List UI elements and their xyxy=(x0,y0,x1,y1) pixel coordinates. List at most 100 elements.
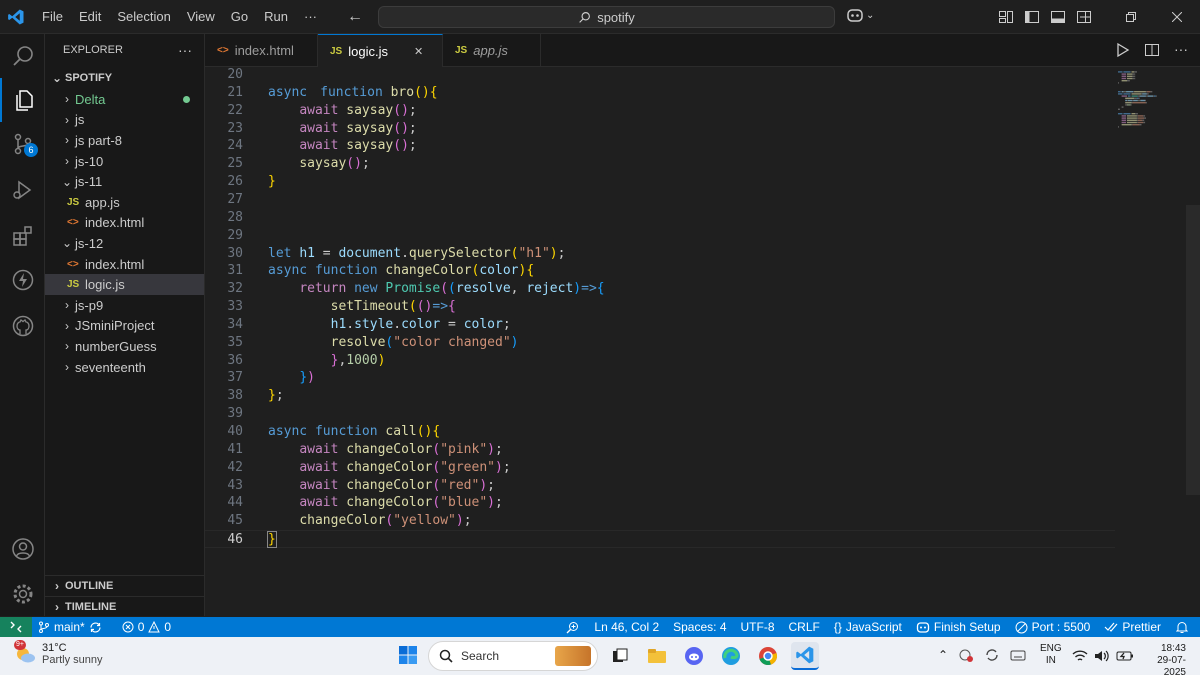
input-language[interactable]: ENG IN xyxy=(1040,643,1062,667)
code-text: let h1 = document.querySelector("h1"); xyxy=(268,245,566,261)
sync-icon[interactable] xyxy=(89,621,102,634)
tree-item-seventeenth[interactable]: › seventeenth xyxy=(45,357,204,378)
source-control-view-button[interactable]: 6 xyxy=(0,122,45,166)
weather-widget[interactable]: 9+ 31°C Partly sunny xyxy=(14,640,103,666)
battery-icon[interactable] xyxy=(1116,649,1134,663)
outline-label: OUTLINE xyxy=(65,580,114,592)
menu-edit[interactable]: Edit xyxy=(71,0,109,34)
tree-item-js-10[interactable]: › js-10 xyxy=(45,151,204,172)
minimap[interactable] xyxy=(1115,67,1185,616)
end-of-line[interactable]: CRLF xyxy=(782,617,827,637)
menu-run[interactable]: Run xyxy=(256,0,296,34)
discord-icon[interactable] xyxy=(680,642,708,670)
outline-section[interactable]: › OUTLINE xyxy=(45,575,205,596)
tree-item-jsminiproject[interactable]: › JSminiProject xyxy=(45,316,204,337)
tray-app-icon[interactable] xyxy=(958,647,974,663)
file-explorer-icon[interactable] xyxy=(643,642,671,670)
live-server-port[interactable]: Port : 5500 xyxy=(1008,617,1098,637)
close-tab-icon[interactable]: ✕ xyxy=(414,45,423,58)
thunder-client-view-button[interactable] xyxy=(0,258,45,302)
tree-item-delta[interactable]: › Delta xyxy=(45,89,204,110)
prettier-indicator[interactable]: Prettier xyxy=(1097,617,1168,637)
menu-file[interactable]: File xyxy=(34,0,71,34)
copilot-icon xyxy=(847,9,863,22)
branch-indicator[interactable]: main* xyxy=(32,617,108,637)
extensions-view-button[interactable] xyxy=(0,214,45,258)
tab-index-html[interactable]: <> index.html xyxy=(205,34,318,67)
chevron-right-icon: › xyxy=(65,133,69,148)
remote-icon xyxy=(10,621,22,633)
warning-icon xyxy=(148,621,161,633)
tree-item-index-html[interactable]: <> index.html xyxy=(45,213,204,234)
language-mode[interactable]: {} JavaScript xyxy=(827,617,909,637)
tree-item-index-html[interactable]: <> index.html xyxy=(45,254,204,275)
accounts-button[interactable] xyxy=(0,527,45,571)
search-view-button[interactable] xyxy=(0,34,45,78)
customize-layout-icon[interactable] xyxy=(998,9,1014,25)
indentation[interactable]: Spaces: 4 xyxy=(666,617,733,637)
tree-item-numberguess[interactable]: › numberGuess xyxy=(45,336,204,357)
editor-more-button[interactable]: ··· xyxy=(1174,42,1188,58)
run-debug-view-button[interactable] xyxy=(0,168,45,212)
keyboard-tray-icon[interactable] xyxy=(1010,648,1026,662)
finish-setup-button[interactable]: Finish Setup xyxy=(909,617,1008,637)
notifications-button[interactable] xyxy=(1168,617,1200,637)
minimize-button[interactable] xyxy=(1062,0,1108,34)
run-code-icon[interactable] xyxy=(1116,42,1130,58)
wifi-icon[interactable] xyxy=(1072,649,1088,663)
editor-scrollbar[interactable] xyxy=(1186,205,1200,495)
edge-browser-icon[interactable] xyxy=(717,642,745,670)
back-arrow-icon[interactable]: ← xyxy=(347,8,363,26)
manage-settings-button[interactable] xyxy=(0,572,45,616)
menu-go[interactable]: Go xyxy=(223,0,256,34)
tab-logic-js[interactable]: JS logic.js ✕ xyxy=(318,34,443,67)
problems-indicator[interactable]: 0 0 xyxy=(116,617,177,637)
taskbar-search[interactable]: Search xyxy=(428,641,598,671)
volume-icon[interactable] xyxy=(1094,649,1110,663)
command-center-search[interactable]: spotify xyxy=(378,6,835,28)
timeline-section[interactable]: › TIMELINE xyxy=(45,596,205,617)
line-number: 29 xyxy=(227,227,243,243)
explorer-more-button[interactable]: ··· xyxy=(178,42,192,58)
encoding[interactable]: UTF-8 xyxy=(734,617,782,637)
task-view-icon[interactable] xyxy=(606,642,634,670)
code-line: 36 },1000) xyxy=(205,352,1115,370)
tree-item-js-11[interactable]: ⌄ js-11 xyxy=(45,171,204,192)
sync-tray-icon[interactable] xyxy=(984,647,1000,663)
chevron-down-icon: ⌄ xyxy=(61,174,73,189)
tree-item-js-part-8[interactable]: › js part-8 xyxy=(45,130,204,151)
explorer-view-button[interactable] xyxy=(0,78,45,122)
tree-item-app-js[interactable]: JS app.js xyxy=(45,192,204,213)
tree-item-js-p9[interactable]: › js-p9 xyxy=(45,295,204,316)
cursor-position[interactable]: Ln 46, Col 2 xyxy=(587,617,666,637)
github-view-button[interactable] xyxy=(0,304,45,348)
copilot-menu-button[interactable]: ⌄ xyxy=(846,7,874,23)
close-window-button[interactable] xyxy=(1154,0,1200,34)
toggle-primary-sidebar-icon[interactable] xyxy=(1024,9,1040,25)
chevron-down-icon: ⌄ xyxy=(61,236,73,251)
file-tree: › Delta › js › js part-8 › js-10 ⌄ js-11 JS app.js <… xyxy=(45,89,204,377)
chevron-right-icon: › xyxy=(65,112,69,127)
split-editor-icon[interactable] xyxy=(1144,42,1160,58)
error-count: 0 xyxy=(137,620,145,634)
tree-item-js[interactable]: › js xyxy=(45,110,204,131)
restore-button[interactable] xyxy=(1108,0,1154,34)
show-hidden-icons-button[interactable]: ⌃ xyxy=(938,648,948,662)
menu-selection[interactable]: Selection xyxy=(109,0,178,34)
system-clock[interactable]: 18:43 29-07-2025 xyxy=(1136,643,1186,675)
code-line: 28 xyxy=(205,209,1115,227)
remote-indicator[interactable] xyxy=(0,617,32,637)
workspace-root[interactable]: ⌄ SPOTIFY xyxy=(45,67,204,89)
vscode-taskbar-icon[interactable] xyxy=(791,642,819,670)
tab-app-js[interactable]: JS app.js xyxy=(443,34,541,67)
code-editor[interactable]: 20 21 async function bro(){22 await saysay… xyxy=(205,67,1200,616)
menu-more[interactable]: ··· xyxy=(296,0,325,34)
menu-view[interactable]: View xyxy=(179,0,223,34)
start-button[interactable] xyxy=(398,645,418,668)
weather-sun-icon: 9+ xyxy=(14,640,36,665)
tree-item-js-12[interactable]: ⌄ js-12 xyxy=(45,233,204,254)
tree-item-logic-js[interactable]: JS logic.js xyxy=(45,274,204,295)
zoom-indicator[interactable] xyxy=(558,617,587,637)
line-number: 30 xyxy=(227,245,243,261)
chrome-browser-icon[interactable] xyxy=(754,642,782,670)
